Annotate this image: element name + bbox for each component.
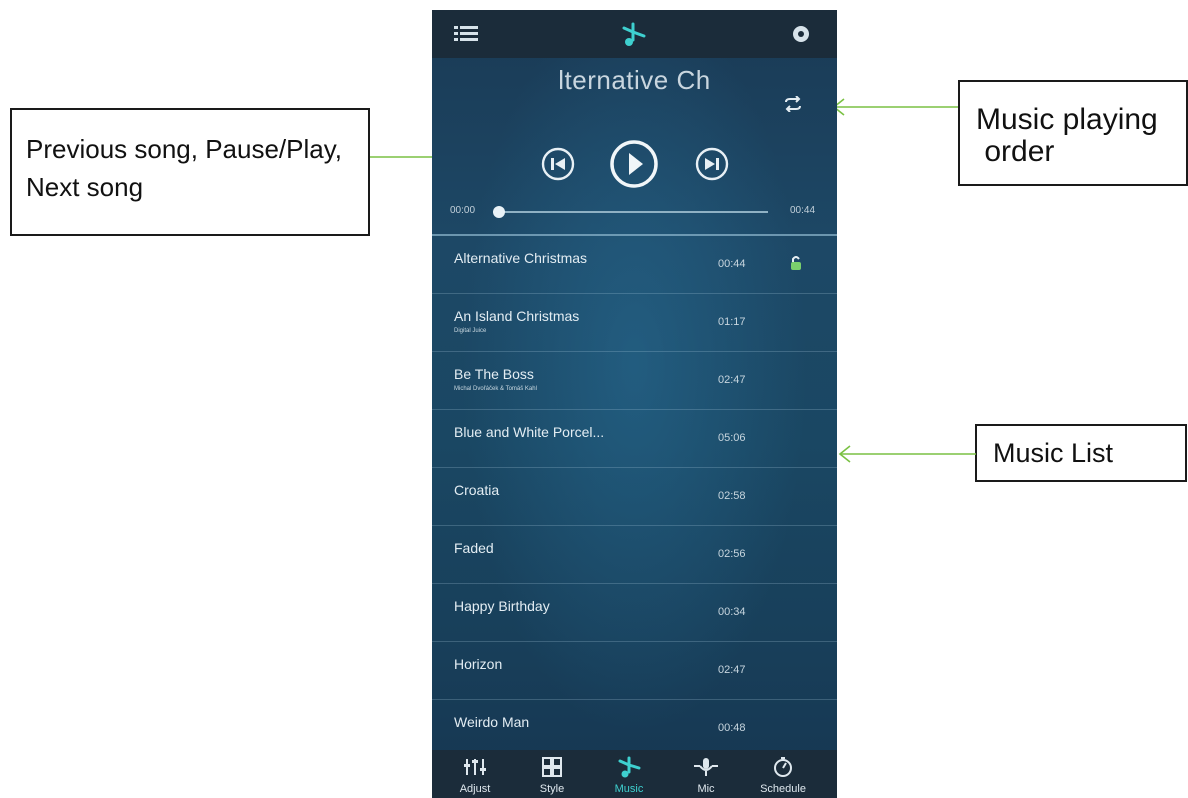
progress-knob[interactable]	[493, 206, 505, 218]
elapsed-time: 00:00	[450, 205, 476, 216]
progress-track[interactable]	[498, 211, 768, 213]
song-title: Horizon	[454, 656, 503, 672]
music-list: Alternative Christmas 00:44 An Island Chri…	[432, 236, 837, 758]
tab-label: Schedule	[760, 783, 806, 795]
song-title: Croatia	[454, 482, 500, 498]
song-row[interactable]: Blue and White Porcel... 05:06	[432, 410, 837, 468]
playback-controls	[432, 138, 837, 188]
timer-icon	[774, 757, 792, 777]
song-title: Weirdo Man	[454, 714, 530, 730]
phone-screen: lternative Ch 00:00 00:44 Alternative Ch…	[432, 10, 837, 798]
song-row[interactable]: Alternative Christmas 00:44	[432, 236, 837, 294]
now-playing-title: lternative Ch	[558, 65, 711, 95]
order-arrow	[832, 98, 958, 116]
song-duration: 02:47	[718, 664, 746, 676]
progress-bar[interactable]: 00:00 00:44	[432, 200, 837, 224]
tab-adjust[interactable]: Adjust	[440, 750, 510, 798]
song-title: Faded	[454, 540, 494, 556]
tab-music[interactable]: Music	[594, 750, 664, 798]
now-playing-icon	[791, 256, 801, 270]
song-row[interactable]: Croatia 02:58	[432, 468, 837, 526]
next-button[interactable]	[694, 146, 730, 182]
song-row[interactable]: An Island Christmas Digital Juice 01:17	[432, 294, 837, 352]
tab-label: Mic	[697, 783, 715, 795]
grid-icon	[542, 757, 562, 777]
play-pause-button[interactable]	[608, 138, 660, 190]
music-note-icon	[618, 756, 641, 778]
tab-schedule[interactable]: Schedule	[748, 750, 818, 798]
song-duration: 05:06	[718, 432, 746, 444]
song-row[interactable]: Happy Birthday 00:34	[432, 584, 837, 642]
microphone-icon	[694, 758, 718, 776]
music-note-icon	[622, 22, 646, 46]
settings-icon[interactable]	[791, 24, 811, 44]
song-duration: 00:34	[718, 606, 746, 618]
tab-style[interactable]: Style	[517, 750, 587, 798]
song-duration: 02:58	[718, 490, 746, 502]
song-title: Blue and White Porcel...	[454, 424, 605, 440]
equalizer-icon	[464, 759, 486, 775]
song-artist: Digital Juice	[454, 328, 487, 334]
song-duration: 02:56	[718, 548, 746, 560]
song-title: Be The Boss	[454, 366, 534, 382]
song-title: Happy Birthday	[454, 598, 550, 614]
song-row[interactable]: Be The Boss Michal Dvořáček & Tomáš Kahl 0…	[432, 352, 837, 410]
menu-icon[interactable]	[454, 24, 480, 44]
controls-callout-line1: Previous song, Pause/Play,	[26, 134, 343, 164]
order-callout-line1: Music playing	[976, 103, 1158, 136]
controls-callout-line2: Next song	[26, 172, 144, 202]
top-bar	[432, 10, 837, 58]
song-title: Alternative Christmas	[454, 250, 588, 266]
total-time: 00:44	[790, 205, 816, 216]
list-callout: Music List	[975, 424, 1187, 482]
order-callout-line2: order	[976, 135, 1055, 168]
previous-button[interactable]	[540, 146, 576, 182]
list-callout-label: Music List	[993, 438, 1114, 468]
tab-mic[interactable]: Mic	[671, 750, 741, 798]
controls-callout: Previous song, Pause/Play, Next song	[10, 108, 370, 236]
song-duration: 00:44	[718, 258, 746, 270]
song-duration: 02:47	[718, 374, 746, 386]
tab-label: Style	[539, 783, 565, 795]
tab-label: Adjust	[459, 783, 491, 795]
repeat-icon[interactable]	[782, 96, 804, 112]
bottom-tab-bar: Adjust Style Music Mic Schedule	[432, 750, 837, 798]
song-title: An Island Christmas	[454, 308, 580, 324]
tab-label: Music	[614, 783, 644, 795]
order-callout: Music playing order	[958, 80, 1188, 186]
song-row[interactable]: Horizon 02:47	[432, 642, 837, 700]
list-arrow	[838, 445, 976, 463]
song-duration: 01:17	[718, 316, 746, 328]
song-row[interactable]: Faded 02:56	[432, 526, 837, 584]
song-artist: Michal Dvořáček & Tomáš Kahl	[454, 386, 537, 392]
song-duration: 00:48	[718, 722, 746, 734]
